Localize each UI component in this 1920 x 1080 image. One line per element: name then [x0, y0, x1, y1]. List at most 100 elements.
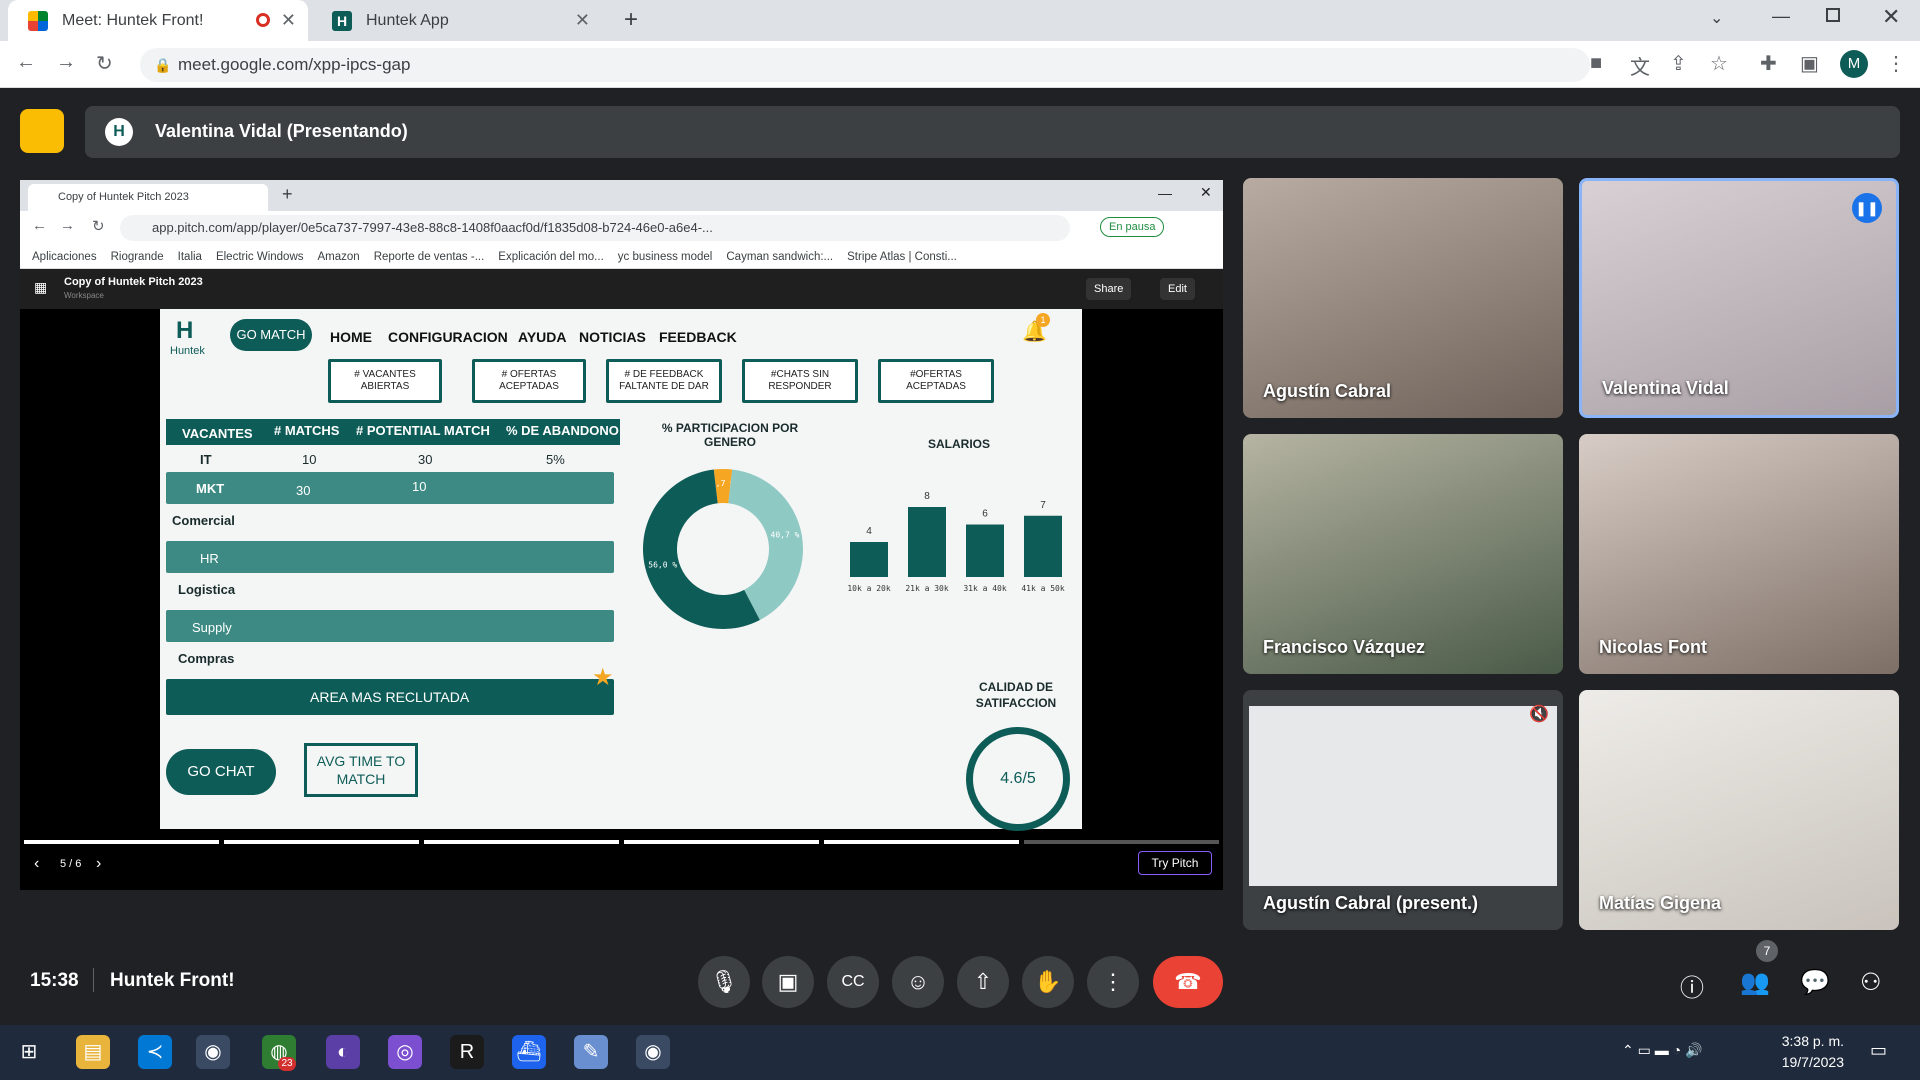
address-bar[interactable]: 🔒 meet.google.com/xpp-ipcs-gap — [140, 48, 1590, 82]
nav-ayuda[interactable]: AYUDA — [518, 329, 567, 345]
star-icon: ★ — [592, 664, 614, 691]
raise-hand-button[interactable]: ✋ — [1022, 956, 1074, 1008]
kpi-ofertas-aceptadas[interactable]: #OFERTAS ACEPTADAS — [878, 359, 994, 403]
next-slide-icon[interactable]: › — [96, 855, 101, 873]
close-icon[interactable]: ✕ — [281, 10, 296, 31]
participant-tile[interactable]: Nicolas Font — [1579, 434, 1899, 674]
inner-address-bar[interactable]: app.pitch.com/app/player/0e5ca737-7997-4… — [120, 215, 1070, 241]
back-icon[interactable]: ← — [32, 217, 47, 234]
participant-tile[interactable]: 🔇 Agustín Cabral (present.) — [1243, 690, 1563, 930]
menu-icon[interactable]: ⋮ — [1886, 51, 1906, 76]
kpi-ofertas[interactable]: # OFERTAS ACEPTADAS — [472, 359, 586, 403]
nav-noticias[interactable]: NOTICIAS — [579, 329, 646, 345]
go-match-button[interactable]: GO MATCH — [230, 319, 312, 351]
activities-icon[interactable]: ⚇ — [1860, 968, 1882, 997]
inner-tab[interactable]: Copy of Huntek Pitch 2023 — [28, 184, 268, 211]
share-button[interactable]: Share — [1086, 278, 1132, 300]
emoji-button[interactable]: ☺ — [892, 956, 944, 1008]
bar-value-label: 6 — [982, 509, 988, 520]
row-mkt-area: MKT — [196, 481, 225, 496]
leave-call-button[interactable]: ☎ — [1153, 956, 1223, 1008]
bookmark[interactable]: Riogrande — [111, 251, 164, 263]
app-icon[interactable]: ◐ — [326, 1035, 360, 1069]
more-options-button[interactable]: ⋮ — [1087, 956, 1139, 1008]
table-row[interactable] — [166, 541, 614, 573]
try-pitch-button[interactable]: Try Pitch — [1138, 851, 1212, 875]
kpi-vacantes[interactable]: # VACANTES ABIERTAS — [328, 359, 442, 403]
kpi-feedback[interactable]: # DE FEEDBACK FALTANTE DE DAR — [606, 359, 722, 403]
back-icon[interactable]: ← — [16, 51, 36, 74]
forward-icon[interactable]: → — [56, 51, 76, 74]
participant-tile[interactable]: Agustín Cabral — [1243, 178, 1563, 418]
present-button[interactable]: ⇧ — [957, 956, 1009, 1008]
nav-feedback[interactable]: FEEDBACK — [659, 329, 737, 345]
forward-icon[interactable]: → — [60, 217, 75, 234]
chrome-icon[interactable]: ◉ — [636, 1035, 670, 1069]
prev-slide-icon[interactable]: ‹ — [34, 855, 39, 873]
discord-icon[interactable]: ◎ — [388, 1035, 422, 1069]
new-tab-icon[interactable]: + — [282, 184, 293, 205]
go-chat-button[interactable]: GO CHAT — [166, 749, 276, 795]
close-icon[interactable]: ✕ — [1200, 184, 1212, 201]
chat-icon[interactable]: 💬 — [1800, 968, 1830, 997]
maximize-icon[interactable] — [1826, 8, 1840, 22]
bookmark[interactable]: Electric Windows — [216, 251, 304, 263]
edit-button[interactable]: Edit — [1160, 278, 1195, 300]
close-icon[interactable]: ✕ — [575, 10, 590, 31]
camera-icon[interactable]: ■ — [1590, 52, 1602, 75]
tray-icons[interactable]: ⌃ ▭ ▬ ◔ 🔊 — [1622, 1042, 1702, 1059]
bookmark[interactable]: yc business model — [618, 251, 713, 263]
microphone-button[interactable]: 🎙 — [698, 956, 750, 1008]
tab-search-icon[interactable]: ⌄ — [1710, 8, 1723, 28]
stop-presenting-icon[interactable] — [20, 109, 64, 153]
minimize-icon[interactable]: — — [1158, 185, 1172, 201]
pause-badge[interactable]: En pausa — [1100, 217, 1165, 237]
share-icon[interactable]: ⇪ — [1670, 51, 1687, 76]
table-row[interactable] — [166, 610, 614, 642]
notifications-icon[interactable]: ▭ — [1870, 1040, 1887, 1061]
windows-start-icon[interactable]: ⊞ — [12, 1035, 46, 1069]
file-explorer-icon[interactable]: ▤ — [76, 1035, 110, 1069]
bar-value-label: 8 — [924, 491, 930, 502]
window-close-icon[interactable]: ✕ — [1882, 4, 1900, 30]
avg-time-button[interactable]: AVG TIME TO MATCH — [304, 743, 418, 797]
donut-label: 56,0 % — [648, 560, 677, 569]
tab-huntek[interactable]: H Huntek App ✕ — [312, 0, 602, 41]
info-icon[interactable]: ⓘ — [1680, 968, 1704, 1003]
bookmark[interactable]: Explicación del mo... — [498, 251, 603, 263]
vscode-icon[interactable]: ≺ — [138, 1035, 172, 1069]
chrome-icon[interactable]: ◉ — [196, 1035, 230, 1069]
table-row[interactable] — [166, 472, 614, 504]
bookmark-star-icon[interactable]: ☆ — [1710, 51, 1728, 76]
reload-icon[interactable]: ↻ — [96, 51, 113, 76]
bookmark[interactable]: Stripe Atlas | Consti... — [847, 251, 957, 263]
captions-button[interactable]: CC — [827, 956, 879, 1008]
new-tab-icon[interactable]: + — [624, 6, 638, 34]
camera-button[interactable]: ▣ — [762, 956, 814, 1008]
docker-icon[interactable]: ⛴ — [512, 1035, 546, 1069]
reload-icon[interactable]: ↻ — [92, 217, 105, 235]
row-it-matchs: 10 — [302, 452, 317, 467]
paint-icon[interactable]: ✎ — [574, 1035, 608, 1069]
people-icon[interactable]: 👥 — [1740, 968, 1770, 997]
apps-grid-icon[interactable]: ▦ — [34, 279, 47, 296]
translate-icon[interactable]: 文 — [1630, 51, 1650, 80]
bookmark[interactable]: Cayman sandwich:... — [726, 251, 833, 263]
extensions-icon[interactable]: ✚ — [1760, 51, 1777, 76]
kpi-chats[interactable]: #CHATS SIN RESPONDER — [742, 359, 858, 403]
participant-tile[interactable]: ❚❚ Valentina Vidal — [1579, 178, 1899, 418]
nav-home[interactable]: HOME — [330, 329, 372, 345]
participant-tile[interactable]: Francisco Vázquez — [1243, 434, 1563, 674]
app-icon[interactable]: R — [450, 1035, 484, 1069]
bookmark[interactable]: Aplicaciones — [32, 251, 97, 263]
bookmark[interactable]: Reporte de ventas -... — [374, 251, 485, 263]
profile-avatar[interactable]: M — [1840, 50, 1868, 78]
sidepanel-icon[interactable]: ▣ — [1800, 51, 1819, 76]
participant-tile[interactable]: Matías Gigena — [1579, 690, 1899, 930]
bookmark[interactable]: Amazon — [318, 251, 360, 263]
col-potential: # POTENTIAL MATCH — [356, 423, 490, 438]
bookmark[interactable]: Italia — [178, 251, 202, 263]
nav-configuracion[interactable]: CONFIGURACION — [388, 329, 508, 345]
tab-meet[interactable]: Meet: Huntek Front! ✕ — [8, 0, 308, 41]
minimize-icon[interactable]: — — [1772, 6, 1790, 27]
